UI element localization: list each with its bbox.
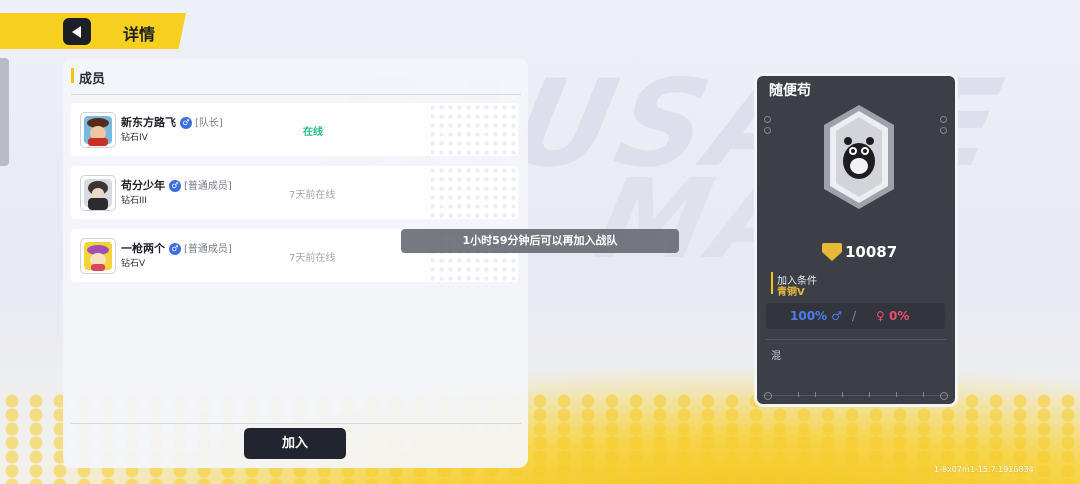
avatar[interactable] — [80, 175, 116, 211]
join-button[interactable]: 加入 — [244, 428, 346, 459]
member-status: 7天前在线 — [289, 253, 336, 264]
card-decoration — [940, 116, 947, 138]
section-marker — [71, 68, 74, 83]
member-role: [队长] — [195, 118, 223, 129]
header-bar — [0, 13, 186, 49]
card-decoration — [940, 392, 948, 400]
member-name: 苟分少年 ♂ [普通成员] — [121, 179, 232, 192]
divider — [71, 94, 521, 95]
avatar[interactable] — [80, 112, 116, 148]
back-arrow-icon — [71, 25, 81, 38]
member-status: 在线 — [303, 127, 323, 138]
male-icon: ♂ — [169, 243, 181, 255]
team-badge-icon — [824, 105, 894, 209]
member-row[interactable]: 新东方路飞 ♂ [队长] 钻石IV 在线 — [71, 103, 518, 156]
member-role: [普通成员] — [184, 244, 232, 255]
divider — [766, 339, 946, 340]
trophy-icon — [822, 243, 842, 261]
card-decoration — [764, 392, 772, 400]
divider — [71, 423, 521, 424]
member-rank: 钻石III — [121, 196, 147, 206]
avatar[interactable] — [80, 238, 116, 274]
male-ratio: 100% ♂ — [790, 309, 843, 323]
member-role: [普通成员] — [184, 181, 232, 192]
back-button[interactable] — [63, 18, 91, 45]
female-ratio: ♀ 0% — [876, 309, 910, 323]
version-label: 1-8x07m1-15.7.1916834 — [934, 465, 1034, 474]
member-name: 一枪两个 ♂ [普通成员] — [121, 242, 232, 255]
page-title: 详情 — [123, 25, 156, 44]
member-row[interactable]: 苟分少年 ♂ [普通成员] 钻石III 7天前在线 — [71, 166, 518, 219]
ratio-separator: / — [852, 309, 857, 323]
team-score: 10087 — [822, 243, 897, 261]
team-name: 随便苟 — [769, 83, 811, 99]
male-icon: ♂ — [169, 180, 181, 192]
side-drawer-handle[interactable] — [0, 58, 9, 166]
cooldown-toast: 1小时59分钟后可以再加入战队 — [401, 229, 679, 253]
score-value: 10087 — [845, 243, 898, 261]
card-decoration — [764, 116, 771, 138]
team-description: 混 — [771, 351, 781, 362]
card-footer-line — [762, 395, 950, 396]
member-rank: 钻石V — [121, 259, 146, 269]
section-marker — [771, 272, 773, 294]
join-condition-value: 青铜V — [777, 287, 805, 298]
female-icon: ♀ — [876, 309, 885, 323]
members-title: 成员 — [79, 72, 106, 87]
member-status: 7天前在线 — [289, 190, 336, 201]
member-name: 新东方路飞 ♂ [队长] — [121, 116, 223, 129]
member-rank: 钻石IV — [121, 133, 148, 143]
male-icon: ♂ — [180, 117, 192, 129]
